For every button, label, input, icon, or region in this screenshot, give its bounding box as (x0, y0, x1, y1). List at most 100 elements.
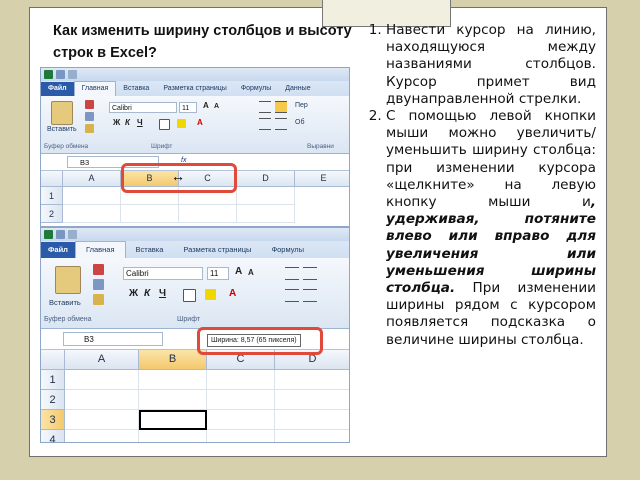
select-all-corner[interactable] (41, 350, 65, 370)
cell[interactable] (275, 410, 349, 430)
align-center-icon[interactable] (303, 289, 317, 302)
tab-data[interactable]: Данные (278, 82, 317, 96)
paste-button-label: Вставить (47, 126, 77, 133)
column-header-e[interactable]: E (295, 171, 349, 187)
cell[interactable] (207, 430, 275, 442)
cell[interactable] (139, 390, 207, 410)
underline-button[interactable]: Ч (159, 288, 166, 299)
cell[interactable] (65, 370, 139, 390)
cell[interactable] (275, 430, 349, 442)
column-header-b[interactable]: B (139, 350, 207, 370)
fill-color-icon[interactable] (177, 119, 186, 128)
cell[interactable] (237, 205, 295, 223)
cell[interactable] (63, 205, 121, 223)
save-icon[interactable] (56, 70, 65, 79)
tab-formulas[interactable]: Формулы (261, 242, 314, 258)
group-clipboard-label: Буфер обмена (44, 316, 92, 323)
cell[interactable] (65, 430, 139, 442)
font-color-icon[interactable]: A (197, 118, 203, 127)
cell[interactable] (275, 370, 349, 390)
grow-font-icon[interactable]: A (203, 101, 209, 110)
tab-page-layout[interactable]: Разметка страницы (156, 82, 234, 96)
copy-icon[interactable] (85, 112, 94, 121)
highlight-width-tooltip (197, 327, 323, 355)
align-left-icon[interactable] (259, 118, 271, 130)
undo-icon[interactable] (68, 70, 77, 79)
font-name-select[interactable]: Calibri (123, 267, 203, 280)
slide-title: Как изменить ширину столбцов и высоту ст… (53, 23, 352, 61)
cut-icon[interactable] (93, 264, 104, 275)
borders-icon[interactable] (183, 289, 196, 302)
column-header-a[interactable]: A (63, 171, 121, 187)
cell[interactable] (121, 205, 179, 223)
cut-icon[interactable] (85, 100, 94, 109)
align-middle-icon[interactable] (303, 267, 317, 280)
cell[interactable] (237, 187, 295, 205)
tab-file[interactable]: Файл (41, 242, 75, 258)
active-cell-b3[interactable] (139, 410, 207, 430)
tab-home[interactable]: Главная (73, 81, 117, 96)
instructions-text: Навести курсор на линию, находящуюся меж… (350, 22, 596, 349)
paste-icon[interactable] (55, 266, 81, 294)
merge-label[interactable]: Об (295, 119, 304, 126)
cell[interactable] (65, 390, 139, 410)
tab-file[interactable]: Файл (41, 82, 74, 96)
paste-icon[interactable] (51, 101, 73, 125)
align-top-icon[interactable] (285, 267, 299, 280)
tab-insert[interactable]: Вставка (126, 242, 174, 258)
step-2-text: С помощью левой кнопки мыши можно увелич… (386, 108, 596, 211)
cell[interactable] (65, 410, 139, 430)
tab-insert[interactable]: Вставка (116, 82, 156, 96)
shrink-font-icon[interactable]: A (248, 268, 254, 277)
tab-formulas[interactable]: Формулы (234, 82, 278, 96)
cell[interactable] (207, 370, 275, 390)
bold-button[interactable]: Ж (129, 288, 138, 299)
group-align-label: Выравни (307, 143, 334, 150)
cell[interactable] (275, 390, 349, 410)
wrap-text-label[interactable]: Пер (295, 102, 308, 109)
select-all-corner[interactable] (41, 171, 63, 187)
align-top-icon[interactable] (259, 101, 271, 113)
cell[interactable] (139, 370, 207, 390)
cell[interactable] (63, 187, 121, 205)
row-header-1[interactable]: 1 (41, 187, 63, 205)
name-box[interactable]: B3 (63, 332, 163, 346)
grow-font-icon[interactable]: A (235, 266, 242, 277)
tab-page-layout[interactable]: Разметка страницы (173, 242, 261, 258)
format-painter-icon[interactable] (93, 294, 104, 305)
fill-color-icon[interactable] (205, 289, 216, 300)
row-header-4[interactable]: 4 (41, 430, 65, 442)
italic-button[interactable]: К (144, 288, 150, 299)
cell[interactable] (139, 430, 207, 442)
column-header-d[interactable]: D (237, 171, 295, 187)
format-painter-icon[interactable] (85, 124, 94, 133)
align-center-icon[interactable] (275, 118, 287, 130)
copy-icon[interactable] (93, 279, 104, 290)
font-size-select[interactable]: 11 (179, 102, 197, 113)
column-header-a[interactable]: A (65, 350, 139, 370)
row-header-3[interactable]: 3 (41, 410, 65, 430)
ribbon-home: Вставить Calibri 11 A A Ж К Ч A Буфер об… (41, 258, 349, 329)
highlight-column-border (121, 163, 237, 193)
align-middle-icon[interactable] (275, 101, 287, 113)
font-name-select[interactable]: Calibri (109, 102, 177, 113)
undo-icon[interactable] (68, 230, 77, 239)
bold-button[interactable]: Ж (113, 118, 120, 127)
font-size-select[interactable]: 11 (207, 267, 229, 280)
ribbon-home: Вставить Calibri 11 A A Ж К Ч A Пер Об Б… (41, 96, 349, 154)
cell[interactable] (207, 390, 275, 410)
tab-home[interactable]: Главная (74, 241, 126, 258)
font-color-icon[interactable]: A (229, 288, 236, 299)
italic-button[interactable]: К (125, 118, 130, 127)
borders-icon[interactable] (159, 119, 170, 130)
row-header-2[interactable]: 2 (41, 205, 63, 223)
cell[interactable] (207, 410, 275, 430)
underline-button[interactable]: Ч (137, 118, 143, 127)
shrink-font-icon[interactable]: A (214, 103, 219, 110)
save-icon[interactable] (56, 230, 65, 239)
row-header-1[interactable]: 1 (41, 370, 65, 390)
align-left-icon[interactable] (285, 289, 299, 302)
step-1-text: Навести курсор на линию, находящуюся меж… (386, 22, 596, 107)
row-header-2[interactable]: 2 (41, 390, 65, 410)
cell[interactable] (179, 205, 237, 223)
